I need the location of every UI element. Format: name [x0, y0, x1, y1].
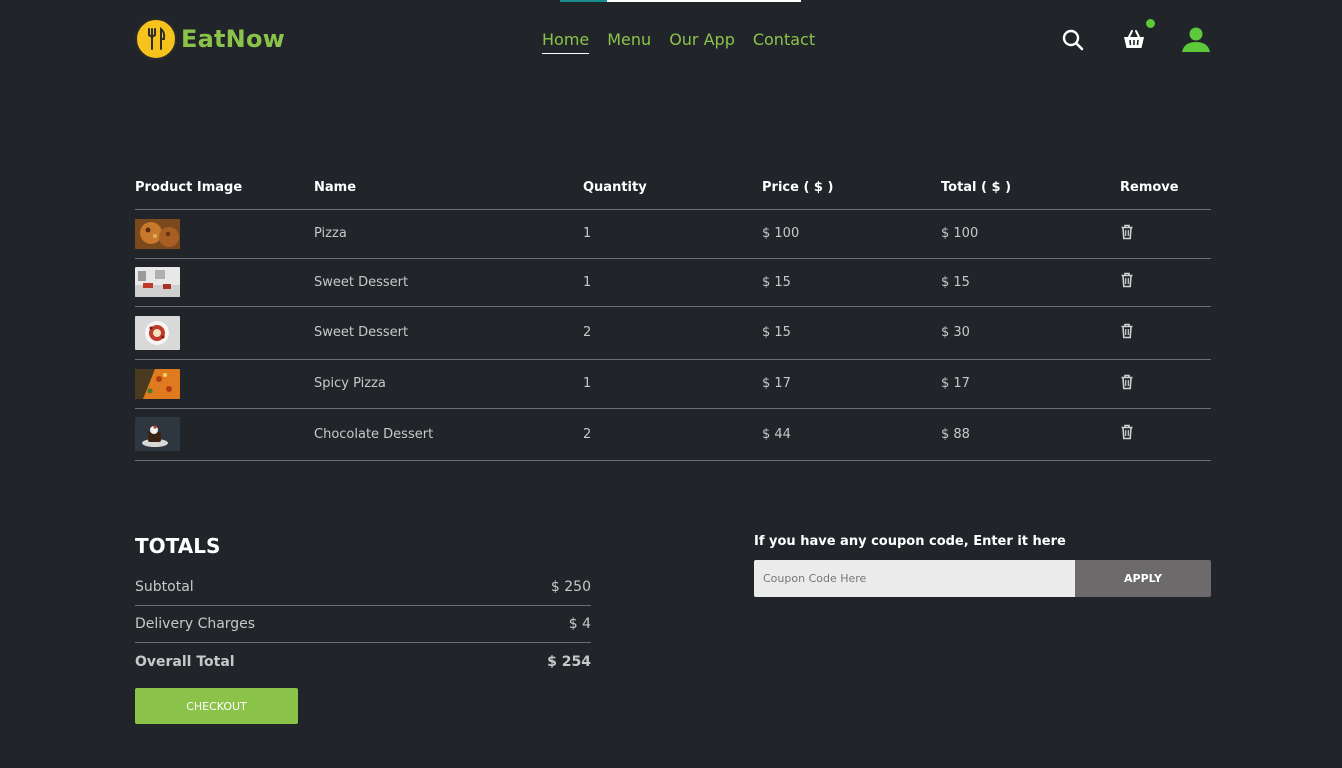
coupon-label: If you have any coupon code, Enter it he…: [754, 534, 1066, 549]
totals-panel: TOTALS Subtotal $ 250 Delivery Charges $…: [135, 534, 591, 724]
cart-notification-dot: [1146, 19, 1155, 28]
trash-icon[interactable]: [1120, 374, 1211, 394]
table-row: Sweet Dessert 1 $ 15 $ 15: [135, 258, 1211, 307]
product-price: $ 15: [762, 258, 941, 307]
col-header-total: Total ( $ ): [941, 166, 1120, 210]
brand-name: EatNow: [181, 25, 286, 53]
subtotal-value: $ 250: [550, 579, 591, 595]
trash-icon[interactable]: [1120, 424, 1211, 444]
product-name: Sweet Dessert: [314, 258, 583, 307]
product-name: Pizza: [314, 209, 583, 259]
coupon-form: APPLY: [754, 560, 1211, 597]
product-price: $ 15: [762, 306, 941, 360]
subtotal-label: Subtotal: [135, 579, 194, 595]
table-row: Chocolate Dessert 2 $ 44 $ 88: [135, 408, 1211, 461]
product-price: $ 44: [762, 408, 941, 461]
coupon-panel: If you have any coupon code, Enter it he…: [754, 534, 1211, 597]
col-header-remove: Remove: [1120, 166, 1211, 210]
delivery-label: Delivery Charges: [135, 616, 256, 632]
logo[interactable]: EatNow: [135, 18, 285, 60]
main-nav: Home Menu Our App Contact: [542, 30, 833, 54]
product-image-pizza: [135, 218, 180, 249]
product-image-dessert-plate: [135, 315, 180, 350]
search-icon[interactable]: [1061, 28, 1085, 56]
nav-menu[interactable]: Menu: [607, 30, 651, 54]
product-price: $ 100: [762, 209, 941, 259]
product-image-spicy-pizza: [135, 368, 180, 399]
delivery-row: Delivery Charges $ 4: [135, 606, 591, 643]
nav-home[interactable]: Home: [542, 30, 590, 54]
product-image-chocolate-dessert: [135, 417, 180, 451]
product-quantity: 1: [583, 258, 762, 307]
product-total: $ 15: [941, 258, 1120, 307]
product-total: $ 100: [941, 209, 1120, 259]
nav-our-app[interactable]: Our App: [669, 30, 735, 54]
trash-icon[interactable]: [1120, 224, 1211, 244]
fork-knife-icon: [135, 18, 177, 60]
col-header-name: Name: [314, 166, 583, 210]
trash-icon[interactable]: [1120, 272, 1211, 292]
nav-contact[interactable]: Contact: [753, 30, 815, 54]
table-header-row: Product Image Name Quantity Price ( $ ) …: [135, 166, 1211, 210]
checkout-button[interactable]: CHECKOUT: [135, 688, 298, 724]
product-total: $ 30: [941, 306, 1120, 360]
product-quantity: 2: [583, 306, 762, 360]
product-name: Spicy Pizza: [314, 359, 583, 409]
table-row: Sweet Dessert 2 $ 15 $ 30: [135, 306, 1211, 360]
table-row: Pizza 1 $ 100 $ 100: [135, 209, 1211, 259]
cart-table: Product Image Name Quantity Price ( $ ) …: [135, 166, 1211, 461]
product-image-dessert-restaurant: [135, 267, 180, 297]
product-price: $ 17: [762, 359, 941, 409]
overall-total-value: $ 254: [547, 653, 591, 670]
scroll-progress-fill: [560, 0, 607, 2]
cart-icon[interactable]: [1122, 28, 1146, 56]
coupon-input[interactable]: [754, 560, 1075, 597]
site-header: EatNow Home Menu Our App Contact: [135, 18, 1211, 62]
product-total: $ 88: [941, 408, 1120, 461]
product-quantity: 2: [583, 408, 762, 461]
overall-total-row: Overall Total $ 254: [135, 643, 591, 680]
delivery-value: $ 4: [568, 616, 591, 632]
product-total: $ 17: [941, 359, 1120, 409]
col-header-product-image: Product Image: [135, 166, 314, 210]
product-quantity: 1: [583, 359, 762, 409]
product-name: Sweet Dessert: [314, 306, 583, 360]
subtotal-row: Subtotal $ 250: [135, 569, 591, 606]
scroll-progress-bar: [560, 0, 801, 2]
totals-title: TOTALS: [135, 534, 221, 558]
col-header-quantity: Quantity: [583, 166, 762, 210]
product-name: Chocolate Dessert: [314, 408, 583, 461]
product-quantity: 1: [583, 209, 762, 259]
user-icon[interactable]: [1181, 26, 1211, 58]
col-header-price: Price ( $ ): [762, 166, 941, 210]
overall-total-label: Overall Total: [135, 653, 235, 670]
apply-button[interactable]: APPLY: [1075, 560, 1211, 597]
trash-icon[interactable]: [1120, 323, 1211, 343]
table-row: Spicy Pizza 1 $ 17 $ 17: [135, 359, 1211, 409]
